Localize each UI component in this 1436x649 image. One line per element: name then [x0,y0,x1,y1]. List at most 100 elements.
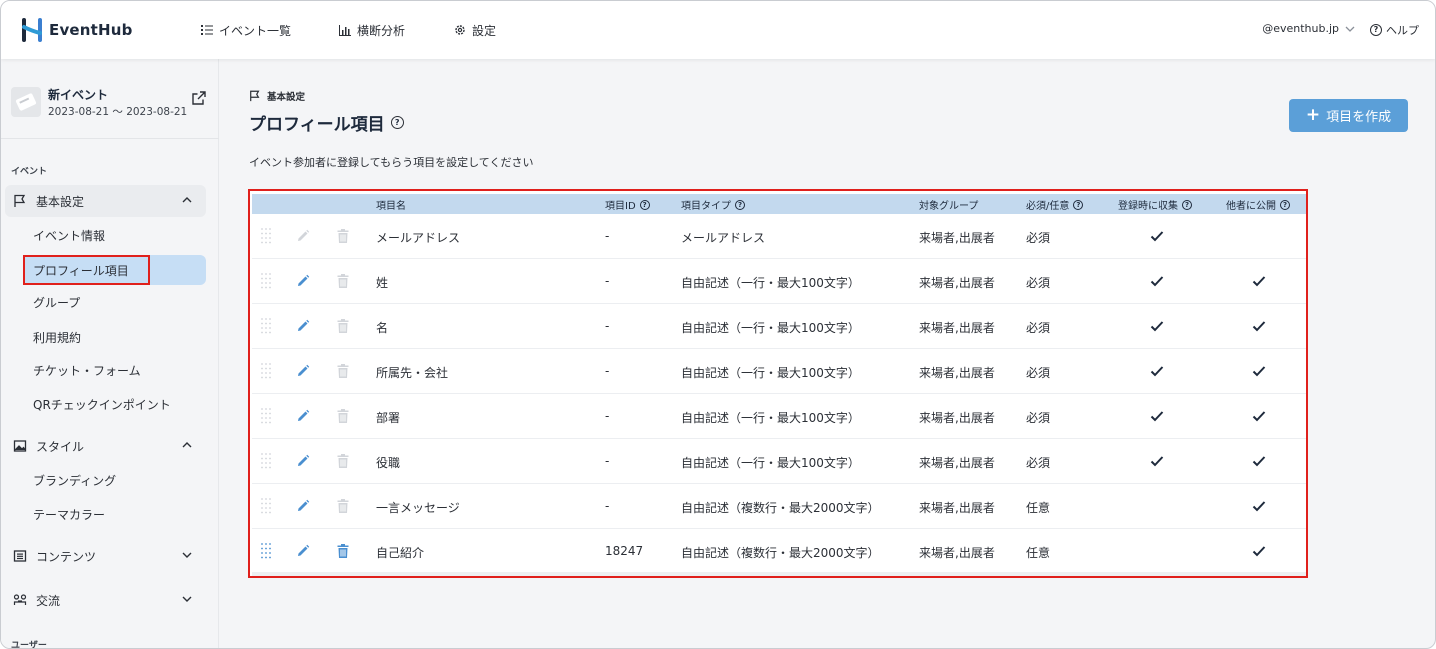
edit-icon[interactable] [296,409,310,423]
cell-id: - [605,454,610,468]
help-link[interactable]: ? ヘルプ [1370,22,1419,38]
help-icon[interactable]: ? [1073,199,1084,210]
cell-name: 姓 [376,276,389,290]
chevron-up-icon [182,442,192,448]
sidebar-item-event-info[interactable]: イベント情報 [23,220,206,250]
cell-id: - [605,319,610,333]
table-row: 所属先・会社 - 自由記述（一行・最大100文字） 来場者,出展者 必須 [252,349,1306,394]
check-icon [1150,456,1164,467]
nav-event-list[interactable]: イベント一覧 [201,20,291,40]
create-field-button[interactable]: + 項目を作成 [1289,99,1408,132]
sidebar-group-style[interactable]: スタイル [5,430,206,462]
edit-icon[interactable] [296,274,310,288]
col-header-group: 対象グループ [919,197,978,212]
col-header-type: 項目タイプ? [681,197,745,212]
sidebar-item-label: QRチェックインポイント [33,397,171,412]
sidebar-item-terms[interactable]: 利用規約 [23,322,206,352]
chevron-down-icon [1345,26,1355,32]
sidebar-item-label: 利用規約 [33,330,82,345]
flag-icon [250,90,260,102]
drag-handle-icon[interactable] [260,407,272,425]
sidebar-group-exchange[interactable]: 交流 [5,584,206,616]
trash-icon [337,274,349,288]
cell-group: 来場者,出展者 [919,456,995,470]
cell-name: 一言メッセージ [376,501,460,515]
sidebar-item-theme-color[interactable]: テーマカラー [23,499,206,529]
sidebar-item-groups[interactable]: グループ [23,287,206,317]
plus-icon: + [1305,105,1321,125]
cell-required: 必須 [1026,456,1051,470]
cell-type: メールアドレス [681,231,766,245]
table-header: 項目名 項目ID? 項目タイプ? 対象グループ 必須/任意? 登録時に収集? 他… [252,194,1306,214]
sidebar-group-basic-settings[interactable]: 基本設定 [5,185,206,217]
check-icon [1252,276,1266,287]
edit-icon[interactable] [296,544,310,558]
cell-group: 来場者,出展者 [919,366,995,380]
app-logo[interactable]: EventHub [21,17,133,43]
trash-icon [337,409,349,423]
app-name: EventHub [49,21,133,39]
col-header-required: 必須/任意? [1026,197,1084,212]
sidebar-item-tickets-forms[interactable]: チケット・フォーム [23,355,206,385]
drag-handle-icon[interactable] [260,362,272,380]
sidebar: 新イベント 2023-08-21 〜 2023-08-21 イベント 基本設定 … [1,59,219,648]
check-icon [1150,366,1164,377]
main-content: 基本設定 プロフィール項目 ? イベント参加者に登録してもらう項目を設定してくだ… [220,59,1435,648]
cell-group: 来場者,出展者 [919,546,995,560]
cell-group: 来場者,出展者 [919,501,995,515]
col-header-collect: 登録時に収集? [1118,197,1192,212]
edit-icon[interactable] [296,499,310,513]
col-header-public: 他者に公開? [1226,197,1290,212]
sidebar-item-qr-checkin[interactable]: QRチェックインポイント [23,389,206,419]
cell-required: 必須 [1026,231,1051,245]
account-email: @eventhub.jp [1262,22,1339,35]
table-row: 一言メッセージ - 自由記述（複数行・最大2000文字） 来場者,出展者 任意 [252,484,1306,529]
check-icon [1252,501,1266,512]
nav-settings[interactable]: 設定 [454,20,496,40]
sidebar-item-label: イベント情報 [33,228,106,243]
edit-icon [298,229,310,241]
profile-fields-table: 項目名 項目ID? 項目タイプ? 対象グループ 必須/任意? 登録時に収集? 他… [248,189,1308,578]
nav-settings-label: 設定 [472,23,497,38]
trash-icon[interactable] [337,544,349,558]
help-icon[interactable]: ? [1182,199,1192,210]
help-icon: ? [1370,24,1382,36]
event-thumbnail [11,87,41,117]
sidebar-item-label: ブランディング [33,473,117,488]
cell-id: - [605,409,610,423]
cell-id: - [605,364,610,378]
chevron-up-icon [182,197,192,203]
sidebar-group-contents[interactable]: コンテンツ [5,540,206,572]
account-menu[interactable]: @eventhub.jp [1262,22,1355,35]
highlight-box-sidebar [23,255,150,285]
trash-icon [337,229,349,243]
nav-cross-analysis[interactable]: 横断分析 [339,20,405,40]
edit-icon[interactable] [296,364,310,378]
drag-handle-icon[interactable] [260,452,272,470]
drag-handle-icon[interactable] [260,272,272,290]
col-header-label: 他者に公開 [1226,201,1276,212]
cell-group: 来場者,出展者 [919,411,995,425]
title-help-icon[interactable]: ? [390,116,404,129]
drag-handle-icon[interactable] [260,542,272,560]
chevron-down-icon [182,552,192,558]
table-row: 部署 - 自由記述（一行・最大100文字） 来場者,出展者 必須 [252,394,1306,439]
drag-handle-icon[interactable] [260,227,272,245]
help-icon[interactable]: ? [1280,199,1290,210]
bar-chart-icon [339,25,351,36]
sidebar-item-label: テーマカラー [33,507,106,522]
col-header-label: 登録時に収集 [1118,201,1178,212]
drag-handle-icon[interactable] [260,317,272,335]
sidebar-item-branding[interactable]: ブランディング [23,465,206,495]
help-icon[interactable]: ? [735,199,745,210]
table-row: 名 - 自由記述（一行・最大100文字） 来場者,出展者 必須 [252,304,1306,349]
sidebar-divider [1,138,219,139]
cell-required: 必須 [1026,411,1051,425]
chevron-down-icon [182,596,192,602]
edit-icon[interactable] [296,454,310,468]
help-icon[interactable]: ? [639,199,650,210]
external-link-icon[interactable] [192,91,206,105]
edit-icon[interactable] [296,319,310,333]
table-footer [252,572,1306,576]
drag-handle-icon[interactable] [260,497,272,515]
